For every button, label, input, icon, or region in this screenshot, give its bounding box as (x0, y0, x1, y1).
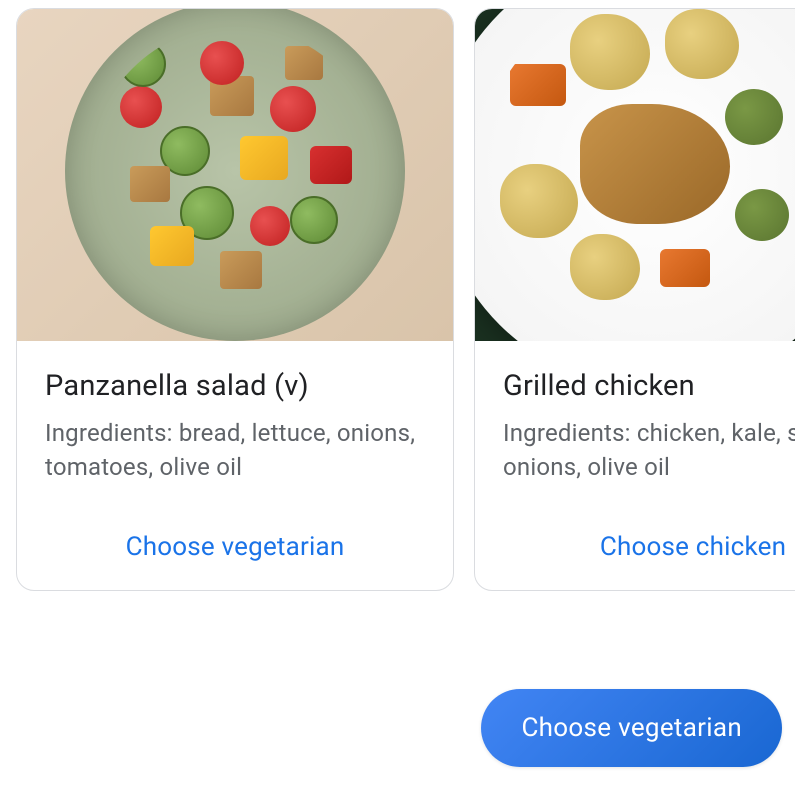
card-grilled-chicken[interactable]: Grilled chicken Ingredients: chicken, ka… (474, 8, 795, 591)
choose-vegetarian-link[interactable]: Choose vegetarian (126, 532, 345, 562)
card-description: Ingredients: chicken, kale, sage, onions… (503, 417, 795, 484)
card-title: Panzanella salad (v) (45, 369, 425, 403)
cards-container: Panzanella salad (v) Ingredients: bread,… (0, 0, 795, 591)
card-action-area: Choose chicken (475, 504, 795, 590)
user-message-bubble[interactable]: Choose vegetarian (481, 689, 782, 767)
card-description: Ingredients: bread, lettuce, onions, tom… (45, 417, 425, 484)
card-image (17, 9, 453, 341)
card-content: Grilled chicken Ingredients: chicken, ka… (475, 341, 795, 504)
card-image (475, 9, 795, 341)
card-action-area: Choose vegetarian (17, 504, 453, 590)
card-title: Grilled chicken (503, 369, 795, 403)
card-panzanella-salad[interactable]: Panzanella salad (v) Ingredients: bread,… (16, 8, 454, 591)
choose-chicken-link[interactable]: Choose chicken (600, 532, 786, 562)
card-content: Panzanella salad (v) Ingredients: bread,… (17, 341, 453, 504)
